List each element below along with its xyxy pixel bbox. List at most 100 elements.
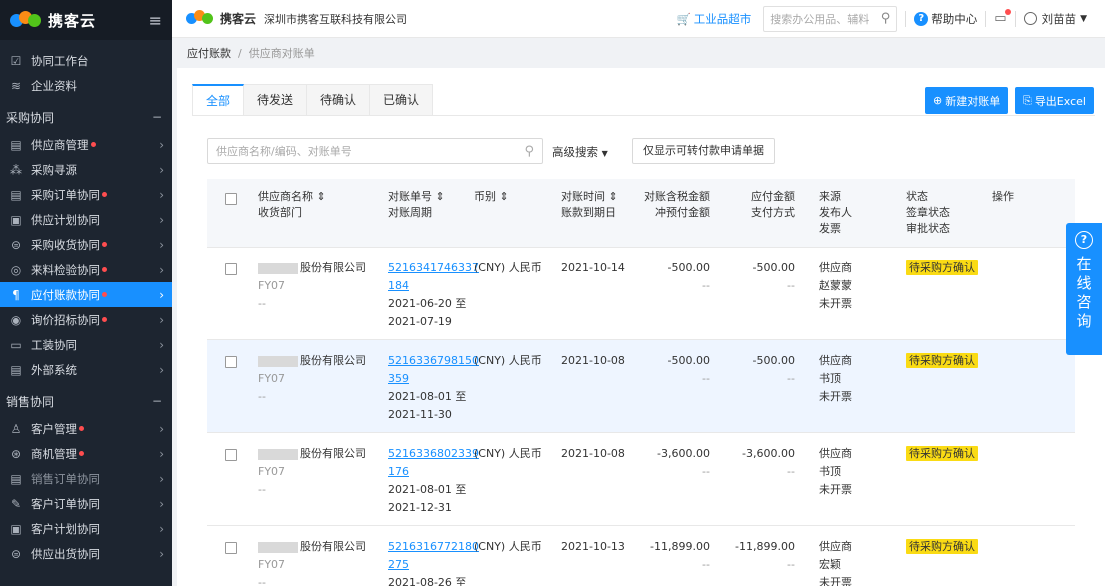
amount: -500.00 — [667, 354, 710, 367]
col-statement-no[interactable]: 对账单号 ⇕ 对账周期 — [388, 189, 445, 221]
sidebar-item[interactable]: ▤ 供应商管理 › — [0, 132, 172, 157]
col-time[interactable]: 对账时间 ⇕ 账款到期日 — [561, 189, 618, 221]
help-center-link[interactable]: ? 帮助中心 — [914, 11, 977, 27]
chevron-right-icon: › — [159, 287, 164, 302]
row-checkbox[interactable] — [225, 542, 237, 554]
row-checkbox[interactable] — [225, 356, 237, 368]
invoice: 未开票 — [819, 297, 852, 310]
breadcrumb-current: 供应商对账单 — [248, 47, 315, 60]
tab[interactable]: 待确认 — [307, 84, 371, 116]
statement-link[interactable]: 5216341746337 — [388, 259, 479, 277]
main-panel: 全部 待发送 待确认 已确认 ⊕ 新建对账单 ⎘ 导出Excel 供应商名称/编码、对账单… — [177, 68, 1105, 586]
sidebar-item-label: 采购收货协同 — [31, 237, 100, 252]
search-icon[interactable]: ⚲ — [881, 11, 891, 26]
menu-item-icon: ▤ — [10, 137, 22, 152]
sidebar-item[interactable]: ¶ 应付账款协同 › — [0, 282, 172, 307]
export-icon: ⎘ — [1023, 93, 1032, 107]
sidebar-item[interactable]: ◉ 询价招标协同 › — [0, 307, 172, 332]
menu-item-icon: ♙ — [10, 421, 22, 436]
paymethod: -- — [787, 558, 795, 571]
row-checkbox[interactable] — [225, 449, 237, 461]
tab[interactable]: 全部 — [192, 84, 245, 116]
statement-link[interactable]: 5216316772180 — [388, 538, 479, 556]
user-avatar-icon — [1023, 12, 1037, 25]
statement-cell: 5216316772180 275 2021-08-26 至 — [388, 538, 479, 586]
payable-cell: -500.00 -- — [727, 259, 795, 295]
source-cell: 供应商 书顶 未开票 — [819, 352, 852, 406]
sidebar-item[interactable]: ≋ 企业资料 — [0, 73, 172, 98]
statement-link[interactable]: 176 — [388, 463, 479, 481]
logo-bar: 携客云 ≡ — [0, 0, 172, 40]
col-supplier[interactable]: 供应商名称 ⇕ 收货部门 — [258, 189, 326, 221]
sidebar-item[interactable]: ▣ 供应计划协同 › — [0, 207, 172, 232]
paymethod: -- — [787, 279, 795, 292]
sidebar-item[interactable]: ♙ 客户管理 › — [0, 416, 172, 441]
tab[interactable]: 待发送 — [244, 84, 308, 116]
workbench-icon: ☑ — [10, 53, 22, 68]
row-checkbox[interactable] — [225, 263, 237, 275]
online-consult-button[interactable]: ? 在 线 咨 询 — [1066, 223, 1102, 355]
statement-link[interactable]: 184 — [388, 277, 479, 295]
statement-link[interactable]: 5216336802339 — [388, 445, 479, 463]
supplier-search-input[interactable]: 供应商名称/编码、对账单号 ⚲ — [207, 138, 543, 164]
sidebar-item[interactable]: ▤ 采购订单协同 › — [0, 182, 172, 207]
menu-toggle-icon[interactable]: ≡ — [149, 11, 162, 30]
search-icon[interactable]: ⚲ — [524, 144, 534, 159]
tab[interactable]: 已确认 — [370, 84, 434, 116]
statement-link[interactable]: 275 — [388, 556, 479, 574]
sidebar-group-purchase[interactable]: 采购协同 − — [0, 102, 172, 132]
user-menu[interactable]: 刘苗苗 ▼ — [1023, 11, 1087, 27]
menu-item-icon: ▣ — [10, 521, 22, 536]
layers-icon: ≋ — [10, 78, 22, 93]
consult-char: 咨 — [1076, 293, 1092, 311]
statement-link[interactable]: 359 — [388, 370, 479, 388]
new-statement-button[interactable]: ⊕ 新建对账单 — [925, 87, 1009, 114]
sidebar-item[interactable]: ✎ 客户订单协同 › — [0, 491, 172, 516]
sidebar-item-label: 供应计划协同 — [31, 212, 100, 227]
source-cell: 供应商 赵蒙蒙 未开票 — [819, 259, 852, 313]
redacted-name — [258, 262, 298, 274]
select-all-checkbox[interactable] — [225, 193, 237, 205]
sidebar-item-label: 供应商管理 — [31, 137, 89, 152]
menu-item-icon: ✎ — [10, 496, 22, 511]
payable: -500.00 — [752, 261, 795, 274]
sidebar-item-label: 销售订单协同 — [31, 471, 100, 486]
statement-link[interactable]: 5216336798150 — [388, 352, 479, 370]
notification-dot — [102, 317, 107, 322]
supplier-name: 股份有限公司 — [300, 261, 366, 274]
sidebar-item[interactable]: ⊜ 供应出货协同 › — [0, 541, 172, 566]
mall-link[interactable]: 🛒 工业品超市 — [676, 11, 751, 27]
advanced-search-toggle[interactable]: 高级搜索 ▼ — [552, 144, 608, 160]
sidebar-item[interactable]: ⁂ 采购寻源 › — [0, 157, 172, 182]
message-icon[interactable]: ▭ — [994, 9, 1011, 26]
sidebar-item[interactable]: ▤ 销售订单协同 › — [0, 466, 172, 491]
time-cell: 2021-10-14 — [561, 261, 625, 274]
sidebar-item[interactable]: ⊛ 商机管理 › — [0, 441, 172, 466]
sidebar-item[interactable]: ▤ 外部系统 › — [0, 357, 172, 382]
menu-item-icon: ▣ — [10, 212, 22, 227]
sidebar-item[interactable]: ▣ 客户计划协同 › — [0, 516, 172, 541]
consult-char: 询 — [1076, 312, 1092, 330]
collapse-icon[interactable]: − — [152, 394, 162, 408]
sidebar-item[interactable]: ☑ 协同工作台 — [0, 48, 172, 73]
collapse-icon[interactable]: − — [152, 110, 162, 124]
publisher: 书顶 — [819, 372, 841, 385]
export-excel-button[interactable]: ⎘ 导出Excel — [1015, 87, 1094, 114]
col-source-label: 来源 — [819, 190, 841, 203]
sidebar-item-label: 客户管理 — [31, 421, 77, 436]
invoice: 未开票 — [819, 576, 852, 586]
sidebar-item[interactable]: ◎ 来料检验协同 › — [0, 257, 172, 282]
global-search-input[interactable]: 搜索办公用品、辅料 ⚲ — [763, 5, 898, 32]
sidebar-item[interactable]: ▭ 工装协同 › — [0, 332, 172, 357]
publisher: 书顶 — [819, 465, 841, 478]
breadcrumb-parent[interactable]: 应付账款 — [187, 45, 231, 61]
chevron-right-icon: › — [159, 262, 164, 277]
only-payable-filter-button[interactable]: 仅显示可转付款申请单据 — [632, 138, 775, 164]
sidebar-item[interactable]: ⊜ 采购收货协同 › — [0, 232, 172, 257]
advanced-search-label: 高级搜索 — [552, 145, 598, 159]
sidebar-group-sales[interactable]: 销售协同 − — [0, 386, 172, 416]
col-currency[interactable]: 币别 ⇕ — [474, 189, 509, 205]
status-cell: 待采购方确认 — [906, 352, 978, 370]
help-circle-icon: ? — [1075, 231, 1093, 249]
period-end: 2021-07-19 — [388, 315, 452, 328]
